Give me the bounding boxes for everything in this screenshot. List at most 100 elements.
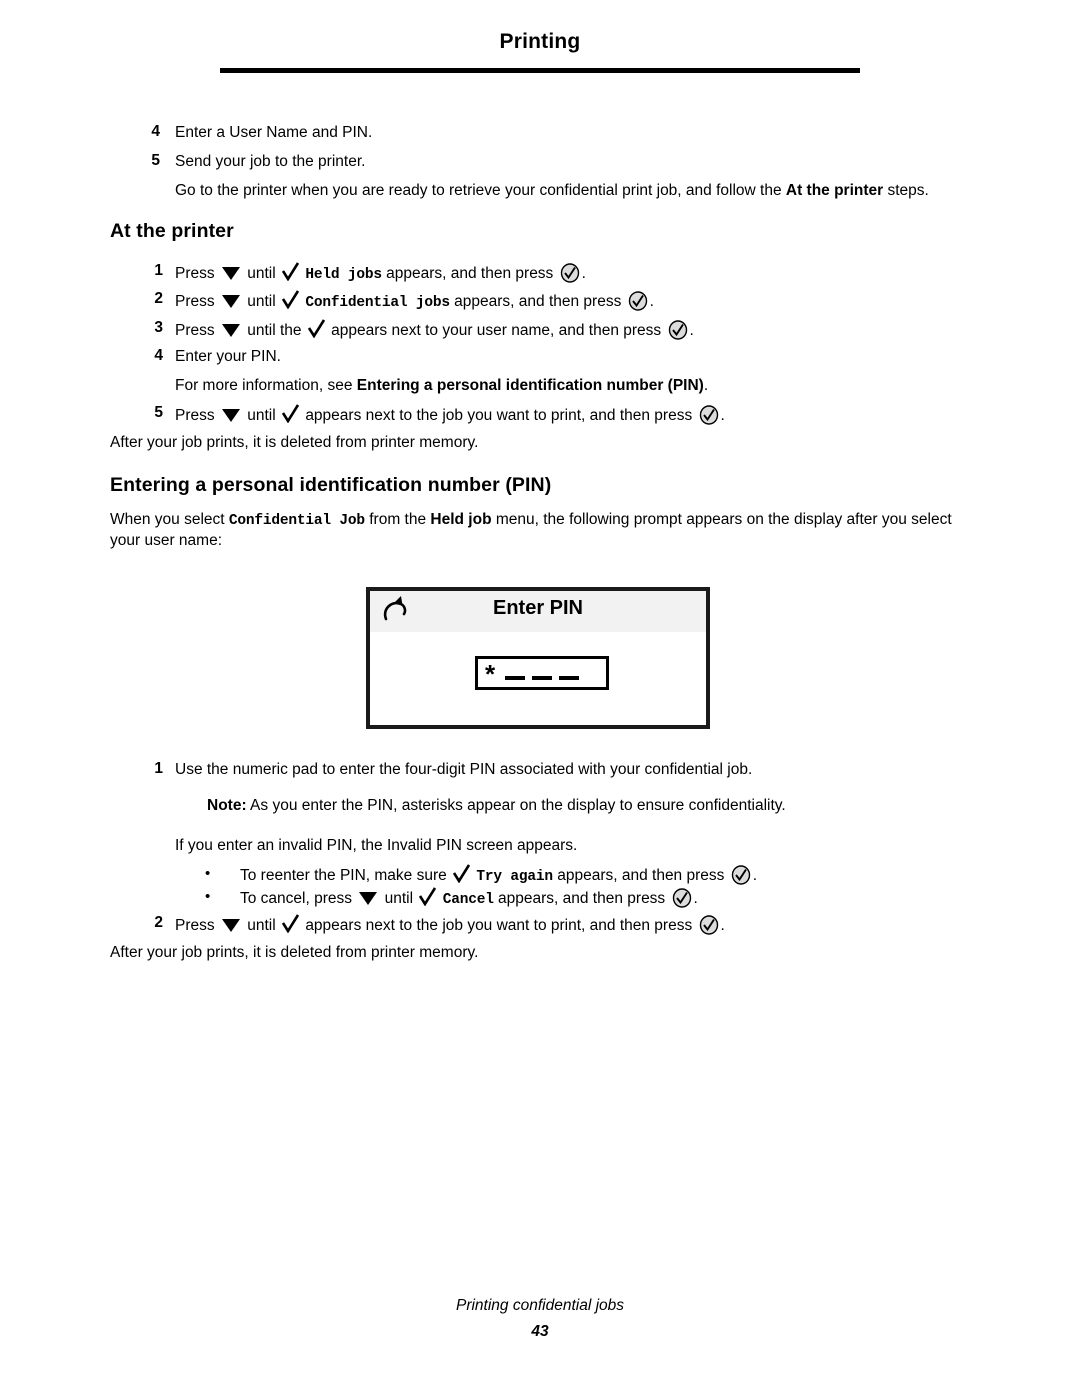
bullet-text-end: . bbox=[752, 867, 758, 884]
panel-titlebar: Enter PIN bbox=[370, 591, 706, 632]
note-text: As you enter the PIN, asterisks appear o… bbox=[246, 797, 786, 814]
step-text-mid: until the bbox=[247, 322, 302, 339]
section-heading-at-the-printer: At the printer bbox=[110, 220, 234, 242]
select-button-icon bbox=[672, 888, 692, 914]
down-arrow-icon bbox=[359, 892, 378, 905]
down-arrow-icon bbox=[221, 295, 240, 308]
step-text-pre: Press bbox=[175, 917, 215, 934]
bullet-text-mid: until bbox=[384, 890, 414, 907]
note-label: Note: bbox=[207, 797, 247, 814]
footer-title: Printing confidential jobs bbox=[455, 1297, 625, 1314]
pin-intro-bold: Held job bbox=[430, 511, 492, 528]
intro-paragraph-bold: At the printer bbox=[785, 182, 884, 199]
list-number: 2 bbox=[154, 914, 163, 931]
page-title: Printing bbox=[499, 30, 581, 53]
checkmark-icon bbox=[281, 404, 300, 429]
list-item: Press until appears next to the job you … bbox=[175, 914, 975, 941]
list-number: 2 bbox=[154, 290, 163, 307]
step-text-post: appears next to the job you want to prin… bbox=[305, 407, 693, 424]
step-text-post: appears next to the job you want to prin… bbox=[305, 917, 693, 934]
pin-entered-char: * bbox=[485, 659, 499, 689]
checkmark-icon bbox=[281, 290, 300, 315]
after-print-note: After your job prints, it is deleted fro… bbox=[110, 944, 479, 961]
checkmark-icon bbox=[307, 319, 325, 344]
printer-display-panel: Enter PIN * bbox=[366, 587, 710, 729]
pin-intro-mid: from the bbox=[364, 511, 431, 528]
pin-intro-paragraph: When you select Confidential Job from th… bbox=[110, 510, 955, 551]
step-text-end: . bbox=[581, 265, 586, 282]
list-item: To cancel, press until Cancel appears, a… bbox=[240, 887, 1000, 914]
step-text-mid: until bbox=[247, 407, 276, 424]
checkmark-icon bbox=[452, 864, 471, 889]
select-button-icon bbox=[668, 320, 688, 346]
bullet-text-pre: To reenter the PIN, make sure bbox=[240, 867, 447, 884]
bullet-marker: • bbox=[205, 865, 211, 882]
pin-placeholder-dash bbox=[559, 676, 580, 680]
after-print-note: After your job prints, it is deleted fro… bbox=[110, 434, 479, 451]
more-info-lead: For more information, see bbox=[175, 377, 357, 394]
step-text-pre: Press bbox=[175, 407, 215, 424]
list-item: Press until the appears next to your use… bbox=[175, 319, 975, 346]
list-item: Press until Confidential jobs appears, a… bbox=[175, 290, 975, 317]
list-number: 1 bbox=[154, 262, 163, 279]
checkmark-icon bbox=[281, 262, 300, 287]
bullet-marker: • bbox=[205, 888, 211, 905]
select-button-icon bbox=[699, 915, 719, 941]
list-item: Enter your PIN. bbox=[175, 348, 281, 365]
document-page: Printing 4 Enter a User Name and PIN. 5 … bbox=[0, 0, 1080, 1397]
checkmark-icon bbox=[281, 914, 300, 939]
header-divider bbox=[220, 68, 860, 73]
down-arrow-icon bbox=[221, 267, 240, 280]
bullet-menu-text: Cancel bbox=[442, 892, 494, 908]
section-heading-entering-pin: Entering a personal identification numbe… bbox=[110, 474, 552, 496]
step-text-post: appears, and then press bbox=[386, 265, 554, 282]
step-text-pre: Press bbox=[175, 265, 215, 282]
footer-page-number: 43 bbox=[531, 1323, 549, 1340]
checkmark-icon bbox=[419, 887, 437, 912]
list-item: Press until Held jobs appears, and then … bbox=[175, 262, 975, 289]
down-arrow-icon bbox=[221, 324, 240, 337]
select-button-icon bbox=[699, 405, 719, 431]
pin-placeholder-dash bbox=[505, 676, 526, 680]
select-button-icon bbox=[628, 291, 648, 317]
step-text-pre: Press bbox=[175, 293, 215, 310]
more-info-paragraph: For more information, see Entering a per… bbox=[175, 376, 975, 396]
note-line: Note: As you enter the PIN, asterisks ap… bbox=[207, 796, 987, 816]
list-number: 4 bbox=[154, 347, 163, 364]
list-item: Enter a User Name and PIN. bbox=[175, 124, 373, 141]
more-info-tail: . bbox=[703, 377, 709, 394]
down-arrow-icon bbox=[221, 409, 240, 422]
step-text-end: . bbox=[649, 293, 654, 310]
intro-paragraph-lead: Go to the printer when you are ready to … bbox=[175, 182, 786, 199]
bullet-text-post: appears, and then press bbox=[557, 867, 725, 884]
step-menu-text: Held jobs bbox=[305, 267, 382, 283]
pin-input-field[interactable]: * bbox=[475, 656, 609, 690]
list-item: Send your job to the printer. bbox=[175, 153, 366, 170]
bullet-text-post: appears, and then press bbox=[498, 890, 666, 907]
bullet-text-end: . bbox=[693, 890, 698, 907]
list-number: 5 bbox=[154, 404, 163, 421]
list-item: Use the numeric pad to enter the four-di… bbox=[175, 761, 753, 778]
down-arrow-icon bbox=[221, 919, 240, 932]
step-text-mid: until bbox=[247, 265, 276, 282]
intro-paragraph: Go to the printer when you are ready to … bbox=[175, 181, 965, 201]
step-text-end: . bbox=[720, 407, 725, 424]
step-text-pre: Press bbox=[175, 322, 215, 339]
bullet-text-pre: To cancel, press bbox=[240, 890, 352, 907]
step-text-mid: until bbox=[247, 917, 276, 934]
list-number: 1 bbox=[154, 760, 163, 777]
more-info-bold: Entering a personal identification numbe… bbox=[356, 377, 704, 394]
intro-paragraph-tail: steps. bbox=[883, 182, 929, 199]
list-item: Press until appears next to the job you … bbox=[175, 404, 975, 431]
pin-intro-mono: Confidential Job bbox=[228, 513, 365, 529]
step-text-post: appears, and then press bbox=[454, 293, 622, 310]
invalid-pin-line: If you enter an invalid PIN, the Invalid… bbox=[175, 837, 578, 854]
select-button-icon bbox=[560, 263, 580, 289]
step-text-end: . bbox=[720, 917, 725, 934]
list-number: 3 bbox=[154, 319, 163, 336]
list-number: 4 bbox=[151, 123, 160, 140]
pin-intro-lead: When you select bbox=[110, 511, 229, 528]
step-menu-text: Confidential jobs bbox=[305, 295, 450, 311]
step-text-mid: until bbox=[247, 293, 276, 310]
bullet-menu-text: Try again bbox=[476, 869, 553, 885]
